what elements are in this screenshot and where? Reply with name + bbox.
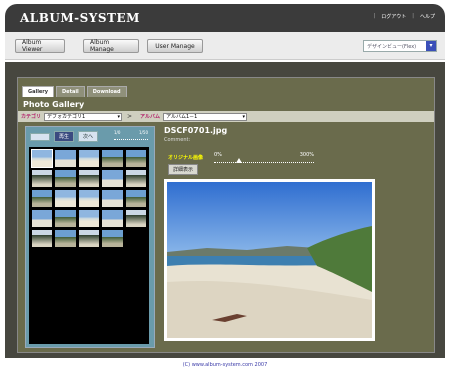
thumbnail[interactable] <box>32 230 53 247</box>
thumbnail[interactable] <box>78 170 100 187</box>
thumbnail[interactable] <box>102 230 123 247</box>
gallery-panel: Gallery Detail Download Photo Gallery カテ… <box>17 77 435 353</box>
thumbnail[interactable] <box>32 170 53 187</box>
nav-bar: Album Viewer Album Manage User Manage デザ… <box>5 32 445 60</box>
zoom-track <box>214 162 314 163</box>
photo-comment-label: Comment: <box>164 137 191 143</box>
thumbnail[interactable] <box>55 150 76 167</box>
thumbnail[interactable] <box>102 210 123 227</box>
user-manage-button[interactable]: User Manage <box>147 39 203 53</box>
thumbnail-panel: 再生 次へ 1/0 1/50 <box>25 126 155 348</box>
album-select[interactable]: アルバム1－1 ▾ <box>163 112 247 121</box>
zoom-max-label: 300% <box>299 152 314 158</box>
thumbnail[interactable] <box>30 149 54 168</box>
category-select[interactable]: デフォカテゴリ1 ▾ <box>44 112 123 121</box>
thumbnail[interactable] <box>78 190 100 207</box>
album-viewer-button[interactable]: Album Viewer <box>15 39 65 53</box>
next-button[interactable]: 次へ <box>78 131 99 142</box>
album-value: アルバム1－1 <box>166 114 198 120</box>
thumbnail[interactable] <box>55 230 76 247</box>
thumbnail[interactable] <box>32 210 53 227</box>
original-image-label: オリジナル画像 <box>168 155 204 161</box>
play-button[interactable]: 再生 <box>54 131 75 142</box>
thumbnail[interactable] <box>125 150 146 167</box>
separator: | <box>412 13 414 19</box>
thumbnail[interactable] <box>78 150 100 167</box>
view-mode-value: デザインビュー(Flex) <box>367 43 417 50</box>
arrow-separator: > <box>127 113 133 120</box>
main-photo <box>164 179 375 341</box>
beach-photo <box>167 182 372 338</box>
thumb-size-slider[interactable]: 1/0 1/50 <box>114 130 148 140</box>
top-header: ALBUM-SYSTEM | ログアウト | ヘルプ <box>5 4 445 32</box>
chevron-down-icon: ▾ <box>242 113 245 120</box>
thumbnail[interactable] <box>125 210 146 227</box>
thumbnail[interactable] <box>125 170 146 187</box>
thumbnail-grid <box>29 147 149 344</box>
chevron-down-icon: ▾ <box>117 113 121 120</box>
thumbnail[interactable] <box>78 210 100 227</box>
album-manage-button[interactable]: Album Manage <box>83 39 139 53</box>
tab-download[interactable]: Download <box>86 86 127 97</box>
slideshow-controls: 再生 次へ <box>30 131 99 142</box>
slider-track <box>114 137 148 140</box>
main-area: Gallery Detail Download Photo Gallery カテ… <box>5 62 445 358</box>
thumbnail[interactable] <box>55 210 76 227</box>
footer-copyright: (C) www.album-system.com 2007 <box>182 362 268 368</box>
thumbnail[interactable] <box>78 230 100 247</box>
tab-bar: Gallery Detail Download <box>22 86 127 97</box>
thumbnail[interactable] <box>102 170 123 187</box>
tab-detail[interactable]: Detail <box>56 86 85 97</box>
thumbnail[interactable] <box>125 190 146 207</box>
slider-min-label: 1/0 <box>114 130 121 135</box>
slider-max-label: 1/50 <box>139 130 148 135</box>
photo-detail: DSCF0701.jpg Comment: オリジナル画像 0% 300% 詳細… <box>164 126 434 348</box>
section-title: Photo Gallery <box>23 100 85 109</box>
category-value: デフォカテゴリ1 <box>47 114 86 120</box>
separator: | <box>373 13 376 19</box>
thumbnail[interactable] <box>55 190 76 207</box>
view-mode-select[interactable]: デザインビュー(Flex) ▾ <box>363 40 437 52</box>
logout-link[interactable]: ログアウト <box>381 13 406 20</box>
thumbnail[interactable] <box>102 190 123 207</box>
detail-view-button[interactable]: 詳細表示 <box>168 164 199 175</box>
prev-button[interactable] <box>30 132 50 141</box>
album-label: アルバム <box>140 114 160 120</box>
help-link[interactable]: ヘルプ <box>420 13 435 20</box>
page: ALBUM-SYSTEM | ログアウト | ヘルプ Album Viewer … <box>0 0 450 382</box>
zoom-min-label: 0% <box>214 152 222 158</box>
chevron-down-icon: ▾ <box>426 41 436 51</box>
filter-bar: カテゴリ デフォカテゴリ1 ▾ > アルバム アルバム1－1 ▾ <box>18 111 434 122</box>
thumbnail[interactable] <box>55 170 76 187</box>
zoom-handle[interactable] <box>236 158 242 163</box>
tab-gallery[interactable]: Gallery <box>22 86 55 97</box>
category-label: カテゴリ <box>21 114 42 120</box>
thumbnail[interactable] <box>102 150 123 167</box>
top-nav: | ログアウト | ヘルプ <box>374 13 435 20</box>
photo-filename: DSCF0701.jpg <box>164 126 228 135</box>
thumbnail[interactable] <box>32 190 53 207</box>
app-title: ALBUM-SYSTEM <box>20 11 140 25</box>
